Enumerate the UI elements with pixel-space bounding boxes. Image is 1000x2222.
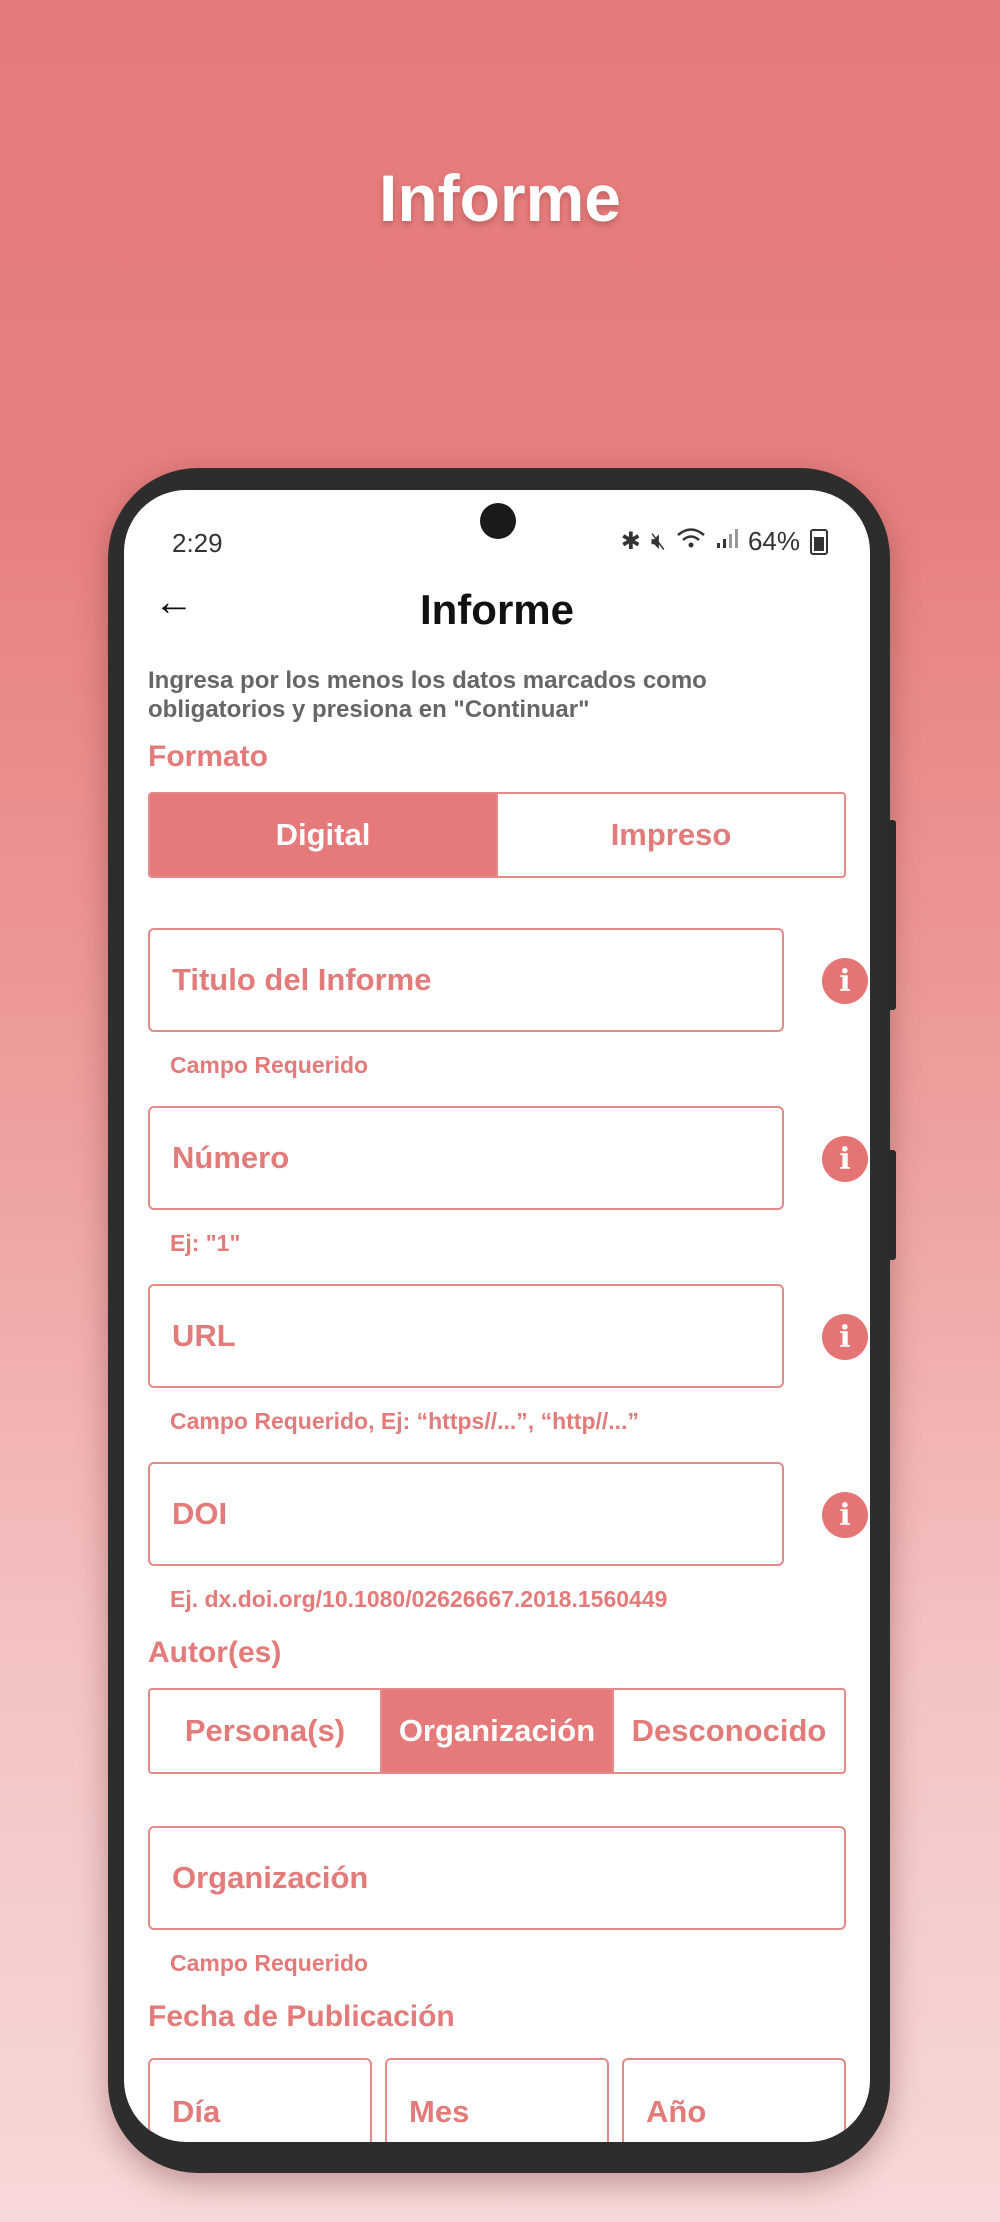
phone-frame: 2:29 ✱ 🔇︎ 64% ← Informe Ingresa por los … (108, 468, 896, 2173)
front-camera (480, 503, 516, 539)
numero-hint: Ej: "1" (170, 1230, 241, 1256)
autores-label: Autor(es) (148, 1636, 282, 1669)
wifi-icon (676, 526, 706, 557)
formato-label: Formato (148, 740, 268, 773)
power-button (888, 820, 896, 1010)
numero-placeholder: Número (172, 1140, 290, 1175)
numero-field[interactable]: Número (148, 1106, 784, 1210)
organizacion-field[interactable]: Organización (148, 1826, 846, 1930)
doi-info-icon[interactable]: i (822, 1492, 868, 1538)
app-bar: ← Informe (124, 570, 870, 650)
anio-field[interactable]: Año (622, 2058, 846, 2142)
mute-icon: 🔇︎ (650, 527, 666, 555)
autores-option-desconocido[interactable]: Desconocido (612, 1690, 844, 1772)
url-hint: Campo Requerido, Ej: “https//...”, “http… (170, 1408, 639, 1434)
formato-selector: Digital Impreso (148, 792, 846, 878)
titulo-field[interactable]: Titulo del Informe (148, 928, 784, 1032)
url-field[interactable]: URL (148, 1284, 784, 1388)
doi-hint: Ej. dx.doi.org/10.1080/02626667.2018.156… (170, 1586, 668, 1612)
doi-placeholder: DOI (172, 1496, 228, 1531)
organizacion-placeholder: Organización (172, 1860, 369, 1895)
status-icons: ✱ 🔇︎ 64% (621, 526, 828, 557)
formato-option-digital[interactable]: Digital (150, 794, 496, 876)
mes-field[interactable]: Mes (385, 2058, 609, 2142)
doi-field[interactable]: DOI (148, 1462, 784, 1566)
phone-screen: 2:29 ✱ 🔇︎ 64% ← Informe Ingresa por los … (124, 490, 870, 2142)
autores-option-organizacion[interactable]: Organización (380, 1690, 612, 1772)
instructions-text: Ingresa por los menos los datos marcados… (148, 667, 707, 723)
signal-icon (716, 527, 738, 556)
battery-percent: 64% (747, 526, 800, 556)
page-title: Informe (419, 586, 574, 633)
url-info-icon[interactable]: i (822, 1314, 868, 1360)
numero-info-icon[interactable]: i (822, 1136, 868, 1182)
autores-selector: Persona(s) Organización Desconocido (148, 1688, 846, 1774)
formato-option-impreso[interactable]: Impreso (496, 794, 844, 876)
organizacion-hint: Campo Requerido (170, 1950, 369, 1976)
dia-field[interactable]: Día (148, 2058, 372, 2142)
anio-placeholder: Año (646, 2094, 707, 2129)
bluetooth-icon: ✱ (620, 528, 641, 555)
dia-placeholder: Día (172, 2094, 221, 2129)
titulo-placeholder: Titulo del Informe (172, 962, 432, 997)
status-bar: 2:29 ✱ 🔇︎ 64% (124, 490, 870, 570)
titulo-hint: Campo Requerido (170, 1052, 369, 1078)
fecha-label: Fecha de Publicación (148, 2000, 455, 2033)
titulo-info-icon[interactable]: i (822, 958, 868, 1004)
battery-icon (810, 528, 828, 555)
status-time: 2:29 (172, 528, 223, 558)
url-placeholder: URL (172, 1318, 236, 1353)
volume-button (888, 1150, 896, 1260)
autores-option-personas[interactable]: Persona(s) (150, 1690, 380, 1772)
headline: Informe (378, 161, 622, 235)
mes-placeholder: Mes (409, 2094, 470, 2129)
